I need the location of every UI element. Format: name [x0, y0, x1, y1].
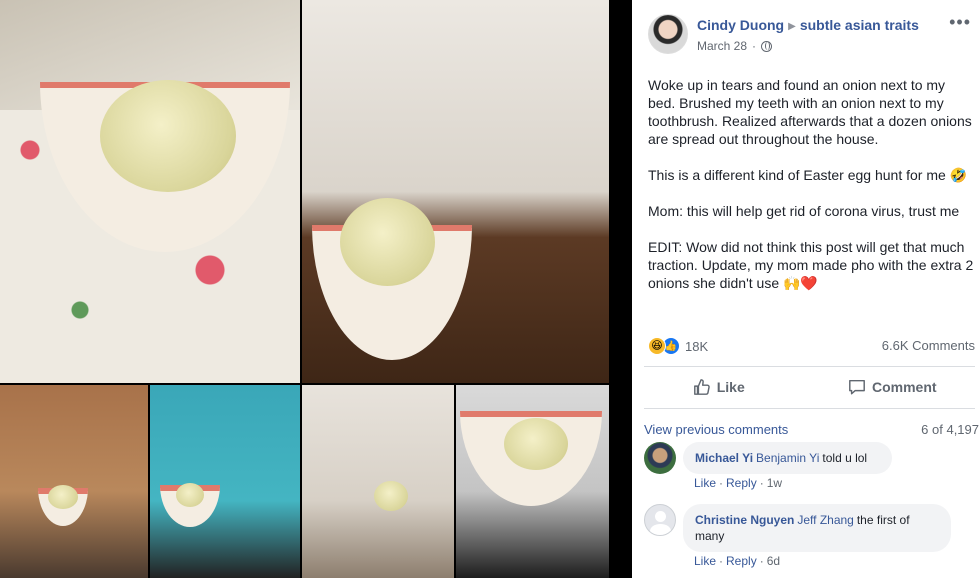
globe-icon	[761, 40, 773, 52]
arrow-right-icon: ▶	[788, 21, 796, 32]
post-meta: March 28 ·	[697, 39, 773, 53]
comment-reply-link[interactable]: Reply	[726, 554, 757, 568]
author-avatar[interactable]	[648, 14, 688, 54]
comment-meta: Like · Reply · 1w	[694, 476, 782, 490]
post-paragraph: Mom: this will help get rid of corona vi…	[648, 203, 960, 219]
tagged-user[interactable]: Benjamin Yi	[756, 451, 819, 465]
post-date[interactable]: March 28	[697, 39, 747, 53]
comment-meta: Like · Reply · 6d	[694, 554, 780, 568]
divider	[644, 408, 975, 409]
photo-onion-bowl-on-table[interactable]	[0, 0, 300, 383]
more-options-icon[interactable]: •••	[949, 12, 971, 33]
separator-dot: ·	[719, 476, 724, 490]
photo-onion-bowl-near-fan[interactable]	[150, 385, 300, 578]
comment-label: Comment	[871, 379, 937, 395]
photo-onion-bowl-by-toothbrush[interactable]	[302, 0, 609, 383]
photo-onion-bowl-on-nightstand[interactable]	[0, 385, 148, 578]
commenter-avatar[interactable]	[644, 504, 676, 536]
post-paragraph: EDIT: Wow did not think this post will g…	[648, 239, 974, 291]
comment-reply-link[interactable]: Reply	[726, 476, 757, 490]
reactions-bar: 😆 👍 18K 6.6K Comments	[648, 336, 979, 356]
separator-dot: ·	[752, 39, 757, 53]
tagged-user[interactable]: Jeff Zhang	[797, 513, 853, 527]
post-sidebar: Cindy Duong ▶ subtle asian traits March 28…	[632, 0, 979, 578]
onion	[340, 198, 435, 286]
author-name[interactable]: Cindy Duong	[697, 17, 784, 33]
post-paragraph: This is a different kind of Easter egg h…	[648, 167, 968, 183]
commenter-avatar[interactable]	[644, 442, 676, 474]
comment-count[interactable]: 6.6K Comments	[882, 338, 975, 353]
photo-onion-bowl-on-stove[interactable]	[456, 385, 609, 578]
onion	[176, 483, 204, 507]
separator-dot: ·	[719, 554, 724, 568]
commenter-name[interactable]: Michael Yi	[695, 451, 753, 465]
comment-text: told u lol	[822, 451, 868, 465]
like-label: Like	[716, 379, 745, 395]
comment-age[interactable]: 1w	[767, 476, 782, 490]
onion	[374, 481, 408, 511]
comment-like-link[interactable]: Like	[694, 554, 716, 568]
comment-age[interactable]: 6d	[767, 554, 780, 568]
commenter-name[interactable]: Christine Nguyen	[695, 513, 794, 527]
haha-icon[interactable]: 😆	[648, 337, 666, 355]
comment-button[interactable]: Comment	[806, 370, 979, 404]
action-bar: Like Comment	[632, 370, 979, 404]
post-header: Cindy Duong ▶ subtle asian traits March 28…	[632, 0, 979, 68]
like-button[interactable]: Like	[632, 370, 806, 404]
post-body: Woke up in tears and found an onion next…	[648, 76, 974, 310]
reaction-count[interactable]: 18K	[685, 339, 708, 354]
onion	[100, 80, 236, 192]
onion	[48, 485, 78, 509]
view-previous-comments-link[interactable]: View previous comments	[644, 422, 788, 437]
comment-bubble: Michael Yi Benjamin Yi told u lol	[683, 442, 892, 474]
divider	[644, 366, 975, 367]
comments-section: View previous comments 6 of 4,197 Michae…	[632, 410, 979, 578]
separator-dot: ·	[759, 476, 764, 490]
separator-dot: ·	[759, 554, 764, 568]
comment-bubble: Christine Nguyen Jeff Zhang the first of m…	[683, 504, 951, 552]
comment-like-link[interactable]: Like	[694, 476, 716, 490]
group-name[interactable]: subtle asian traits	[800, 17, 919, 33]
author-line: Cindy Duong ▶ subtle asian traits	[697, 17, 919, 33]
photo-onion-in-glass-on-counter[interactable]	[302, 385, 454, 578]
comments-counter: 6 of 4,197	[921, 422, 979, 437]
onion	[504, 418, 568, 470]
post-paragraph: Woke up in tears and found an onion next…	[648, 77, 972, 147]
comment-icon	[849, 379, 865, 395]
photo-collage[interactable]	[0, 0, 632, 578]
thumbs-up-icon	[693, 379, 710, 395]
